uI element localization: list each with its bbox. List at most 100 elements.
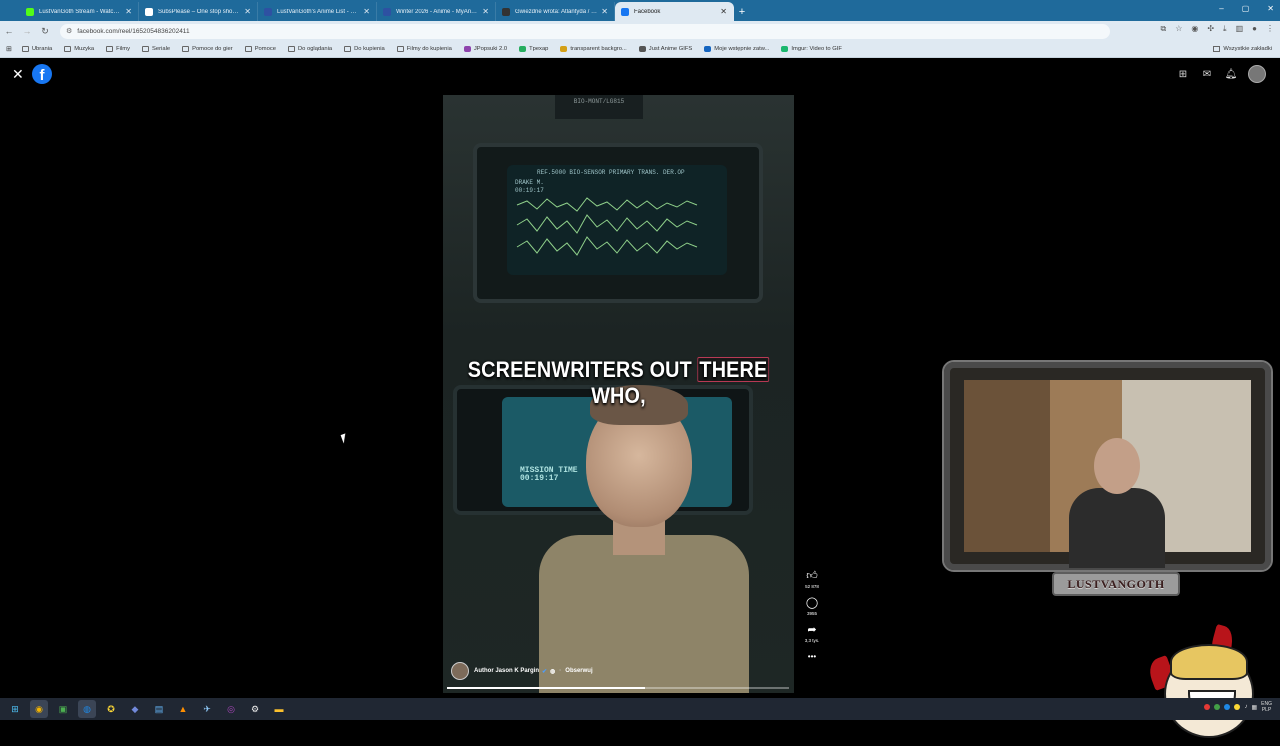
notifications-bell-icon[interactable]: 🔔︎ (1224, 67, 1238, 81)
all-bookmarks-label: Wszystkie zakładki (1223, 46, 1272, 52)
tab-close-icon[interactable]: ✕ (244, 7, 251, 16)
globe-icon: ◍ (550, 668, 556, 675)
browser-icon[interactable]: ◍ (78, 700, 96, 718)
bookmark-item[interactable]: JPopsuki 2.0 (463, 46, 507, 52)
toolbar-actions: ⧉ ☆ ◉ ✣ ⤓ ▥ ● ⋮ (1160, 24, 1274, 34)
back-icon[interactable]: ← (0, 22, 18, 40)
bookmark-item[interactable]: Ubrania (21, 46, 52, 52)
tab-favicon-icon (621, 7, 629, 16)
address-bar[interactable]: ⚙ facebook.com/reel/1652054836202411 (60, 23, 1110, 39)
bookmark-item[interactable]: Muzyka (64, 46, 94, 52)
vlc-icon[interactable]: ▲ (174, 700, 192, 718)
site-icon (704, 46, 712, 52)
norton-icon[interactable]: ✪ (102, 700, 120, 718)
account-avatar[interactable] (1248, 65, 1266, 83)
bookmark-item[interactable]: Do oglądania (287, 46, 332, 52)
bookmark-item[interactable]: Imgur: Video to GIF (781, 46, 842, 52)
follow-button[interactable]: Obserwuj (565, 668, 592, 674)
tray-app-icon[interactable] (1224, 704, 1231, 710)
tab-close-icon[interactable]: ✕ (601, 7, 608, 16)
tab-favicon-icon (145, 7, 153, 16)
tray-app-icon[interactable] (1234, 704, 1241, 710)
close-icon[interactable]: ✕ (12, 67, 24, 81)
downloads-icon[interactable]: ⤓ (1223, 24, 1227, 34)
tab-close-icon[interactable]: ✕ (125, 7, 132, 16)
close-window-icon[interactable]: ✕ (1267, 4, 1274, 13)
bookmark-label: Muzyka (74, 46, 95, 52)
windows-start-icon[interactable]: ⊞ (6, 700, 24, 718)
file-explorer-icon[interactable]: ▬ (270, 700, 288, 718)
extensions-puzzle-icon[interactable]: ✣ (1207, 24, 1214, 34)
comment-icon[interactable]: ◯ (806, 597, 818, 609)
tab-close-icon[interactable]: ✕ (363, 7, 370, 16)
bookmark-item[interactable]: transparent backgro... (560, 46, 627, 52)
bookmark-label: Just Anime GIFS (648, 46, 693, 52)
bookmark-item[interactable]: Pomoce do gier (182, 46, 233, 52)
bookmark-item[interactable]: Just Anime GIFS (638, 46, 693, 52)
bio-sensor-screen: REF.5000 BIO-SENSOR PRIMARY TRANS. DER.O… (507, 165, 727, 275)
forward-icon[interactable]: → (18, 22, 36, 40)
profile-icon[interactable]: ● (1252, 24, 1257, 34)
author-avatar[interactable] (451, 662, 469, 680)
share-action[interactable]: ➦ 3,3 tys. (805, 624, 820, 643)
bookmark-star-icon[interactable]: ☆ (1175, 24, 1182, 34)
all-bookmarks[interactable]: Wszystkie zakładki (1213, 46, 1272, 52)
sidebar-icon[interactable]: ▥ (1236, 24, 1244, 34)
like-action[interactable]: 👍︎ 52 878 (805, 570, 819, 589)
bookmark-label: transparent backgro... (570, 46, 627, 52)
new-tab-button[interactable]: + (734, 2, 750, 21)
notepad-icon[interactable]: ▤ (150, 700, 168, 718)
obs-icon[interactable]: ◎ (222, 700, 240, 718)
site-icon (463, 46, 471, 52)
thumbs-up-icon[interactable]: 👍︎ (806, 570, 818, 582)
browser-tab[interactable]: Gwiezdne wrota: Atlantyda / St... ✕ (496, 2, 615, 21)
bookmark-item[interactable]: Filmy do kupienia (396, 46, 452, 52)
apps-grid-icon[interactable]: ⊞ (6, 45, 12, 53)
bookmark-item[interactable]: Filmy (106, 46, 130, 52)
facebook-logo-icon[interactable]: f (32, 64, 52, 84)
browser-tab[interactable]: LustVanGoth Stream - Watch Li... ✕ (20, 2, 139, 21)
tab-close-icon[interactable]: ✕ (482, 7, 489, 16)
app-icon[interactable]: ▣ (54, 700, 72, 718)
share-icon[interactable]: ➦ (807, 624, 816, 636)
language-indicator[interactable]: ENG PLP (1261, 701, 1272, 713)
more-icon[interactable]: ••• (808, 651, 816, 663)
tray-app-icon[interactable] (1204, 704, 1211, 710)
bookmark-item[interactable]: Seriale (142, 46, 170, 52)
chrome-icon[interactable]: ◉ (30, 700, 48, 718)
video-progress-bar[interactable] (447, 687, 789, 689)
mission-time-text: MISSION TIME 00:19:17 (520, 467, 578, 483)
maximize-icon[interactable]: ▢ (1242, 4, 1250, 13)
messenger-icon[interactable]: ✉ (1200, 67, 1214, 81)
author-name[interactable]: Author Jason K Pargin (474, 668, 539, 674)
browser-tab[interactable]: LustVanGoth's Anime List - My... ✕ (258, 2, 377, 21)
browser-tab[interactable]: Facebook ✕ (615, 2, 734, 21)
reload-icon[interactable]: ↻ (36, 22, 54, 40)
browser-tab[interactable]: Winter 2026 - Anime - MyAnim... ✕ (377, 2, 496, 21)
bookmark-item[interactable]: Pomoce (244, 46, 276, 52)
comment-action[interactable]: ◯ 3955 (806, 597, 818, 616)
network-icon[interactable]: ▦ (1251, 704, 1257, 711)
separator: · (559, 668, 562, 674)
folder-icon (396, 46, 404, 52)
tab-favicon-icon (502, 7, 510, 16)
tab-close-icon[interactable]: ✕ (720, 7, 727, 16)
discord-icon[interactable]: ◆ (126, 700, 144, 718)
bookmark-item[interactable]: Moje wstępnie zatw... (704, 46, 769, 52)
browser-tab[interactable]: SubsPlease – One stop shop fo... ✕ (139, 2, 258, 21)
tray-app-icon[interactable] (1214, 704, 1221, 710)
menu-grid-icon[interactable]: ⊞ (1176, 67, 1190, 81)
minimize-icon[interactable]: – (1219, 4, 1223, 13)
reel-video[interactable]: BIO-MONT/LG815 REF.5000 BIO-SENSOR PRIMA… (443, 95, 794, 693)
site-info-icon[interactable]: ⚙ (66, 27, 72, 35)
extension-icon[interactable]: ◉ (1191, 24, 1198, 34)
menu-icon[interactable]: ⋮ (1266, 24, 1274, 34)
settings-icon[interactable]: ⚙ (246, 700, 264, 718)
steam-icon[interactable]: ✈ (198, 700, 216, 718)
fb-header-actions: ⊞ ✉ 🔔︎ (1176, 65, 1266, 83)
install-app-icon[interactable]: ⧉ (1160, 24, 1166, 34)
bookmark-item[interactable]: Do kupienia (344, 46, 385, 52)
more-action[interactable]: ••• (808, 651, 816, 663)
volume-icon[interactable]: ♪ (1244, 704, 1247, 710)
bookmark-item[interactable]: Tpexap (519, 46, 548, 52)
